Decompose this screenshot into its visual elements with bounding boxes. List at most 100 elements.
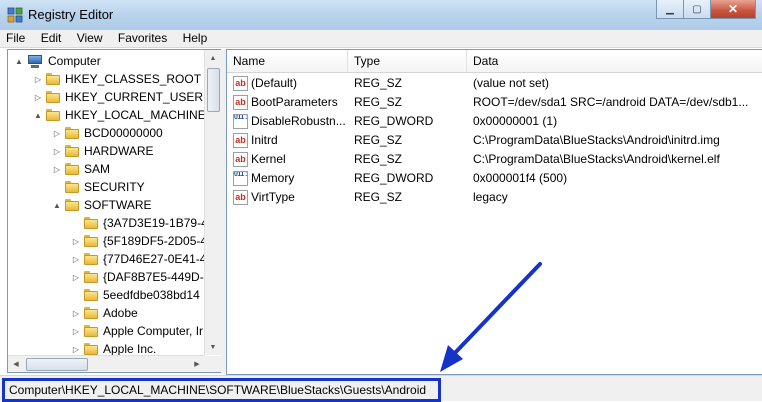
tree-item-label: 5eedfdbe038bd14	[103, 288, 200, 302]
folder-icon	[65, 163, 79, 175]
tree-item-label: Adobe	[103, 306, 138, 320]
collapse-arrow-icon[interactable]: ▲	[14, 57, 24, 66]
tree-item[interactable]: 5eedfdbe038bd14	[71, 286, 200, 304]
menu-bar: File Edit View Favorites Help	[0, 30, 762, 48]
reg-string-value-icon: ab	[233, 133, 248, 148]
scroll-right-icon[interactable]: ▶	[189, 356, 205, 372]
tree-item[interactable]: ▷ HARDWARE	[52, 142, 154, 160]
collapse-arrow-icon[interactable]: ▲	[33, 111, 43, 120]
menu-favorites[interactable]: Favorites	[112, 30, 173, 46]
value-type: REG_SZ	[354, 95, 403, 109]
value-name: VirtType	[251, 190, 295, 204]
value-name: Memory	[251, 171, 295, 185]
tree-item-label: Apple Inc.	[103, 342, 157, 356]
tree-horizontal-scrollbar[interactable]: ◀ ▶	[8, 355, 205, 372]
values-list[interactable]: Name Type Data ab (Default) REG_SZ (value n…	[226, 49, 762, 375]
expand-arrow-icon[interactable]: ▷	[71, 255, 81, 264]
reg-string-value-icon: ab	[233, 95, 248, 110]
expand-arrow-icon[interactable]: ▷	[71, 327, 81, 336]
tree-item[interactable]: ▲ Computer	[14, 52, 101, 70]
value-name: BootParameters	[251, 95, 338, 109]
value-row[interactable]: ab BootParameters REG_SZ ROOT=/dev/sda1 SRC…	[227, 93, 762, 112]
registry-tree[interactable]: ▲ Computer ▷ HKEY_CLASSES_ROOT ▷ HKEY_CURRENT…	[7, 49, 222, 373]
tree-item[interactable]: ▷ Adobe	[71, 304, 138, 322]
tree-item-label: BCD00000000	[84, 126, 163, 140]
expand-arrow-icon[interactable]: ▷	[33, 93, 43, 102]
tree-item-label: {DAF8B7E5-449D-4	[103, 270, 211, 284]
reg-string-value-icon: ab	[233, 76, 248, 91]
tree-item[interactable]: ▷ {77D46E27-0E41-44	[71, 250, 213, 268]
list-header: Name Type Data	[227, 50, 762, 73]
menu-view[interactable]: View	[71, 30, 109, 46]
collapse-arrow-icon[interactable]: ▲	[52, 201, 62, 210]
value-name: (Default)	[251, 76, 298, 90]
folder-icon	[84, 307, 98, 319]
expand-arrow-icon[interactable]: ▷	[33, 75, 43, 84]
scroll-thumb[interactable]	[207, 68, 220, 112]
tree-item-label: SECURITY	[84, 180, 145, 194]
status-bar: Computer\HKEY_LOCAL_MACHINE\SOFTWARE\Blu…	[0, 375, 762, 402]
reg-string-value-icon: ab	[233, 152, 248, 167]
tree-item-label: Computer	[48, 54, 101, 68]
tree-item[interactable]: {3A7D3E19-1B79-4E	[71, 214, 216, 232]
value-name: Initrd	[251, 133, 278, 147]
value-row[interactable]: ab Initrd REG_SZ C:\ProgramData\BlueStacks\…	[227, 131, 762, 150]
tree-item[interactable]: ▷ {5F189DF5-2D05-47	[71, 232, 214, 250]
tree-item-label: SAM	[84, 162, 111, 176]
tree-item[interactable]: ▷ BCD00000000	[52, 124, 163, 142]
column-header-type[interactable]: Type	[348, 50, 467, 72]
value-row[interactable]: ab VirtType REG_SZ legacy	[227, 188, 762, 207]
folder-icon	[46, 91, 60, 103]
menu-file[interactable]: File	[0, 30, 31, 46]
value-row[interactable]: ab Kernel REG_SZ C:\ProgramData\BlueStacks\…	[227, 150, 762, 169]
window-controls: ▁ ▢ ✕	[656, 0, 756, 20]
folder-icon	[46, 73, 60, 85]
folder-icon	[84, 235, 98, 247]
tree-item[interactable]: SECURITY	[52, 178, 145, 196]
computer-icon	[27, 54, 43, 68]
minimize-icon: ▁	[666, 3, 674, 15]
tree-item[interactable]: ▷ HKEY_CURRENT_USER	[33, 88, 203, 106]
menu-edit[interactable]: Edit	[35, 30, 68, 46]
expand-arrow-icon[interactable]: ▷	[71, 273, 81, 282]
close-button[interactable]: ✕	[710, 0, 756, 19]
scroll-left-icon[interactable]: ◀	[8, 356, 24, 372]
minimize-button[interactable]: ▁	[656, 0, 684, 19]
expand-arrow-icon[interactable]: ▷	[71, 309, 81, 318]
tree-item[interactable]: ▲ HKEY_LOCAL_MACHINE	[33, 106, 206, 124]
tree-vertical-scrollbar[interactable]: ▲ ▼	[204, 50, 221, 355]
maximize-button[interactable]: ▢	[683, 0, 711, 19]
scroll-down-icon[interactable]: ▼	[205, 339, 221, 355]
scroll-thumb-horizontal[interactable]	[26, 358, 88, 371]
value-type: REG_SZ	[354, 152, 403, 166]
expand-arrow-icon[interactable]: ▷	[52, 129, 62, 138]
value-type: REG_DWORD	[354, 114, 434, 128]
expand-arrow-icon[interactable]: ▷	[71, 237, 81, 246]
expand-arrow-icon[interactable]: ▷	[71, 345, 81, 354]
value-data: C:\ProgramData\BlueStacks\Android\kernel…	[473, 152, 720, 166]
title-bar: Registry Editor ▁ ▢ ✕	[0, 0, 762, 31]
folder-icon	[65, 181, 79, 193]
folder-icon	[65, 199, 79, 211]
menu-help[interactable]: Help	[177, 30, 214, 46]
tree-item[interactable]: ▲ SOFTWARE	[52, 196, 152, 214]
scrollbar-corner	[205, 356, 221, 372]
expand-arrow-icon[interactable]: ▷	[52, 147, 62, 156]
value-row[interactable]: ab (Default) REG_SZ (value not set)	[227, 74, 762, 93]
column-header-data[interactable]: Data	[467, 50, 762, 72]
value-data: (value not set)	[473, 76, 550, 90]
value-row[interactable]: 011 110Memory REG_DWORD 0x000001f4 (500)	[227, 169, 762, 188]
tree-item-label: HKEY_CURRENT_USER	[65, 90, 204, 104]
column-header-name[interactable]: Name	[227, 50, 348, 72]
tree-item[interactable]: ▷ SAM	[52, 160, 110, 178]
scroll-up-icon[interactable]: ▲	[205, 50, 221, 66]
tree-item[interactable]: ▷ Apple Computer, Ir	[71, 322, 203, 340]
folder-icon	[84, 217, 98, 229]
tree-item[interactable]: ▷ {DAF8B7E5-449D-4	[71, 268, 210, 286]
expand-arrow-icon[interactable]: ▷	[52, 165, 62, 174]
close-icon: ✕	[727, 2, 739, 16]
value-type: REG_SZ	[354, 133, 403, 147]
value-row[interactable]: 011 110DisableRobustn... REG_DWORD 0x00000…	[227, 112, 762, 131]
folder-icon	[84, 271, 98, 283]
tree-item[interactable]: ▷ HKEY_CLASSES_ROOT	[33, 70, 201, 88]
